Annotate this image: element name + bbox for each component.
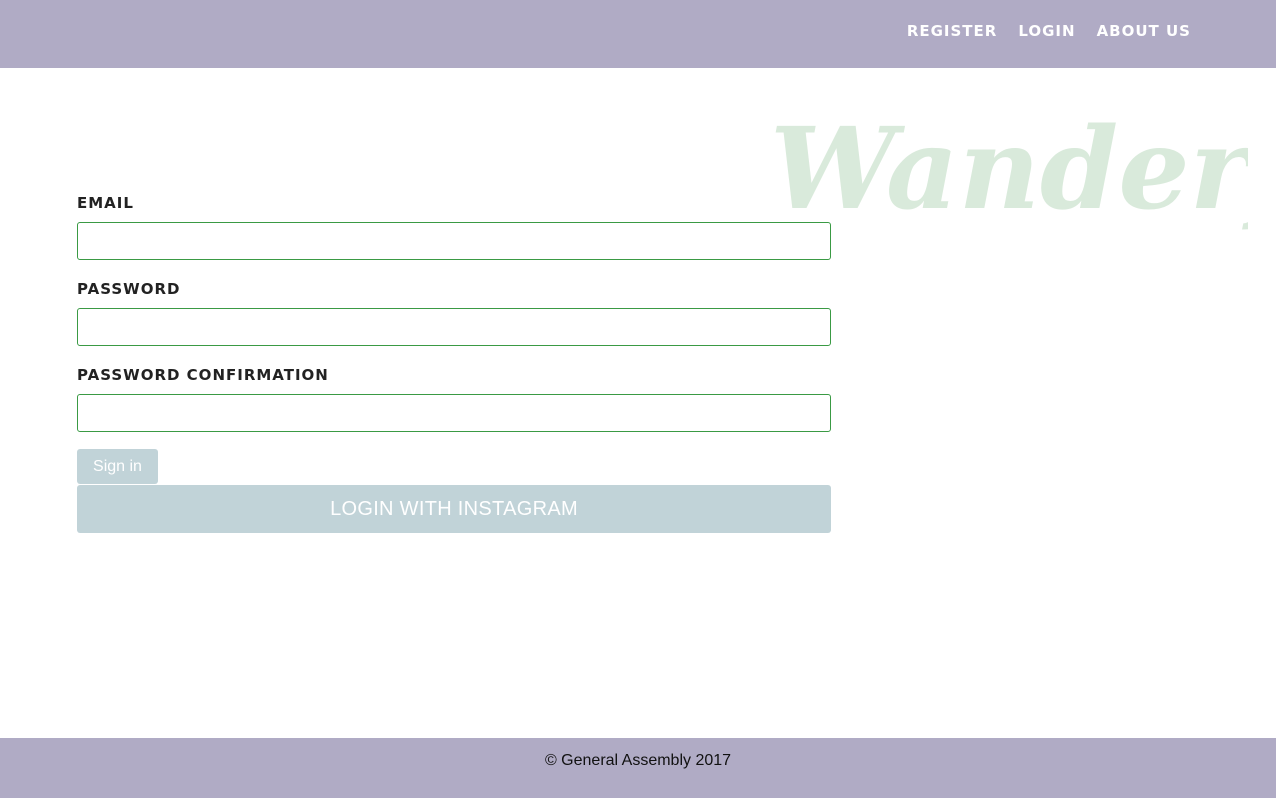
nav-register-link[interactable]: REGISTER [907, 21, 998, 41]
nav-login-link[interactable]: LOGIN [1018, 21, 1075, 41]
wanderful-logo: Wanderful [770, 104, 1248, 235]
login-with-instagram-button[interactable]: LOGIN WITH INSTAGRAM [77, 485, 831, 533]
password-label: PASSWORD [77, 280, 181, 298]
logo-text: Wanderful [770, 104, 1248, 235]
password-confirmation-input[interactable] [77, 394, 831, 432]
email-field-group: EMAIL [77, 190, 831, 276]
password-confirmation-field-group: PASSWORD CONFIRMATION [77, 362, 831, 448]
page: REGISTER LOGIN ABOUT US Wanderful EMAIL … [0, 0, 1276, 798]
email-label: EMAIL [77, 194, 134, 212]
main-nav: REGISTER LOGIN ABOUT US [907, 21, 1191, 41]
nav-about-us-link[interactable]: ABOUT US [1097, 21, 1191, 41]
register-form: EMAIL PASSWORD PASSWORD CONFIRMATION [77, 190, 831, 448]
password-confirmation-label: PASSWORD CONFIRMATION [77, 366, 329, 384]
password-field-group: PASSWORD [77, 276, 831, 362]
sign-in-button[interactable]: Sign in [77, 449, 158, 484]
copyright-text: © General Assembly 2017 [544, 752, 732, 769]
footer-bar: © General Assembly 2017 [0, 738, 1276, 798]
email-input[interactable] [77, 222, 831, 260]
password-input[interactable] [77, 308, 831, 346]
header-bar: REGISTER LOGIN ABOUT US [0, 0, 1276, 68]
